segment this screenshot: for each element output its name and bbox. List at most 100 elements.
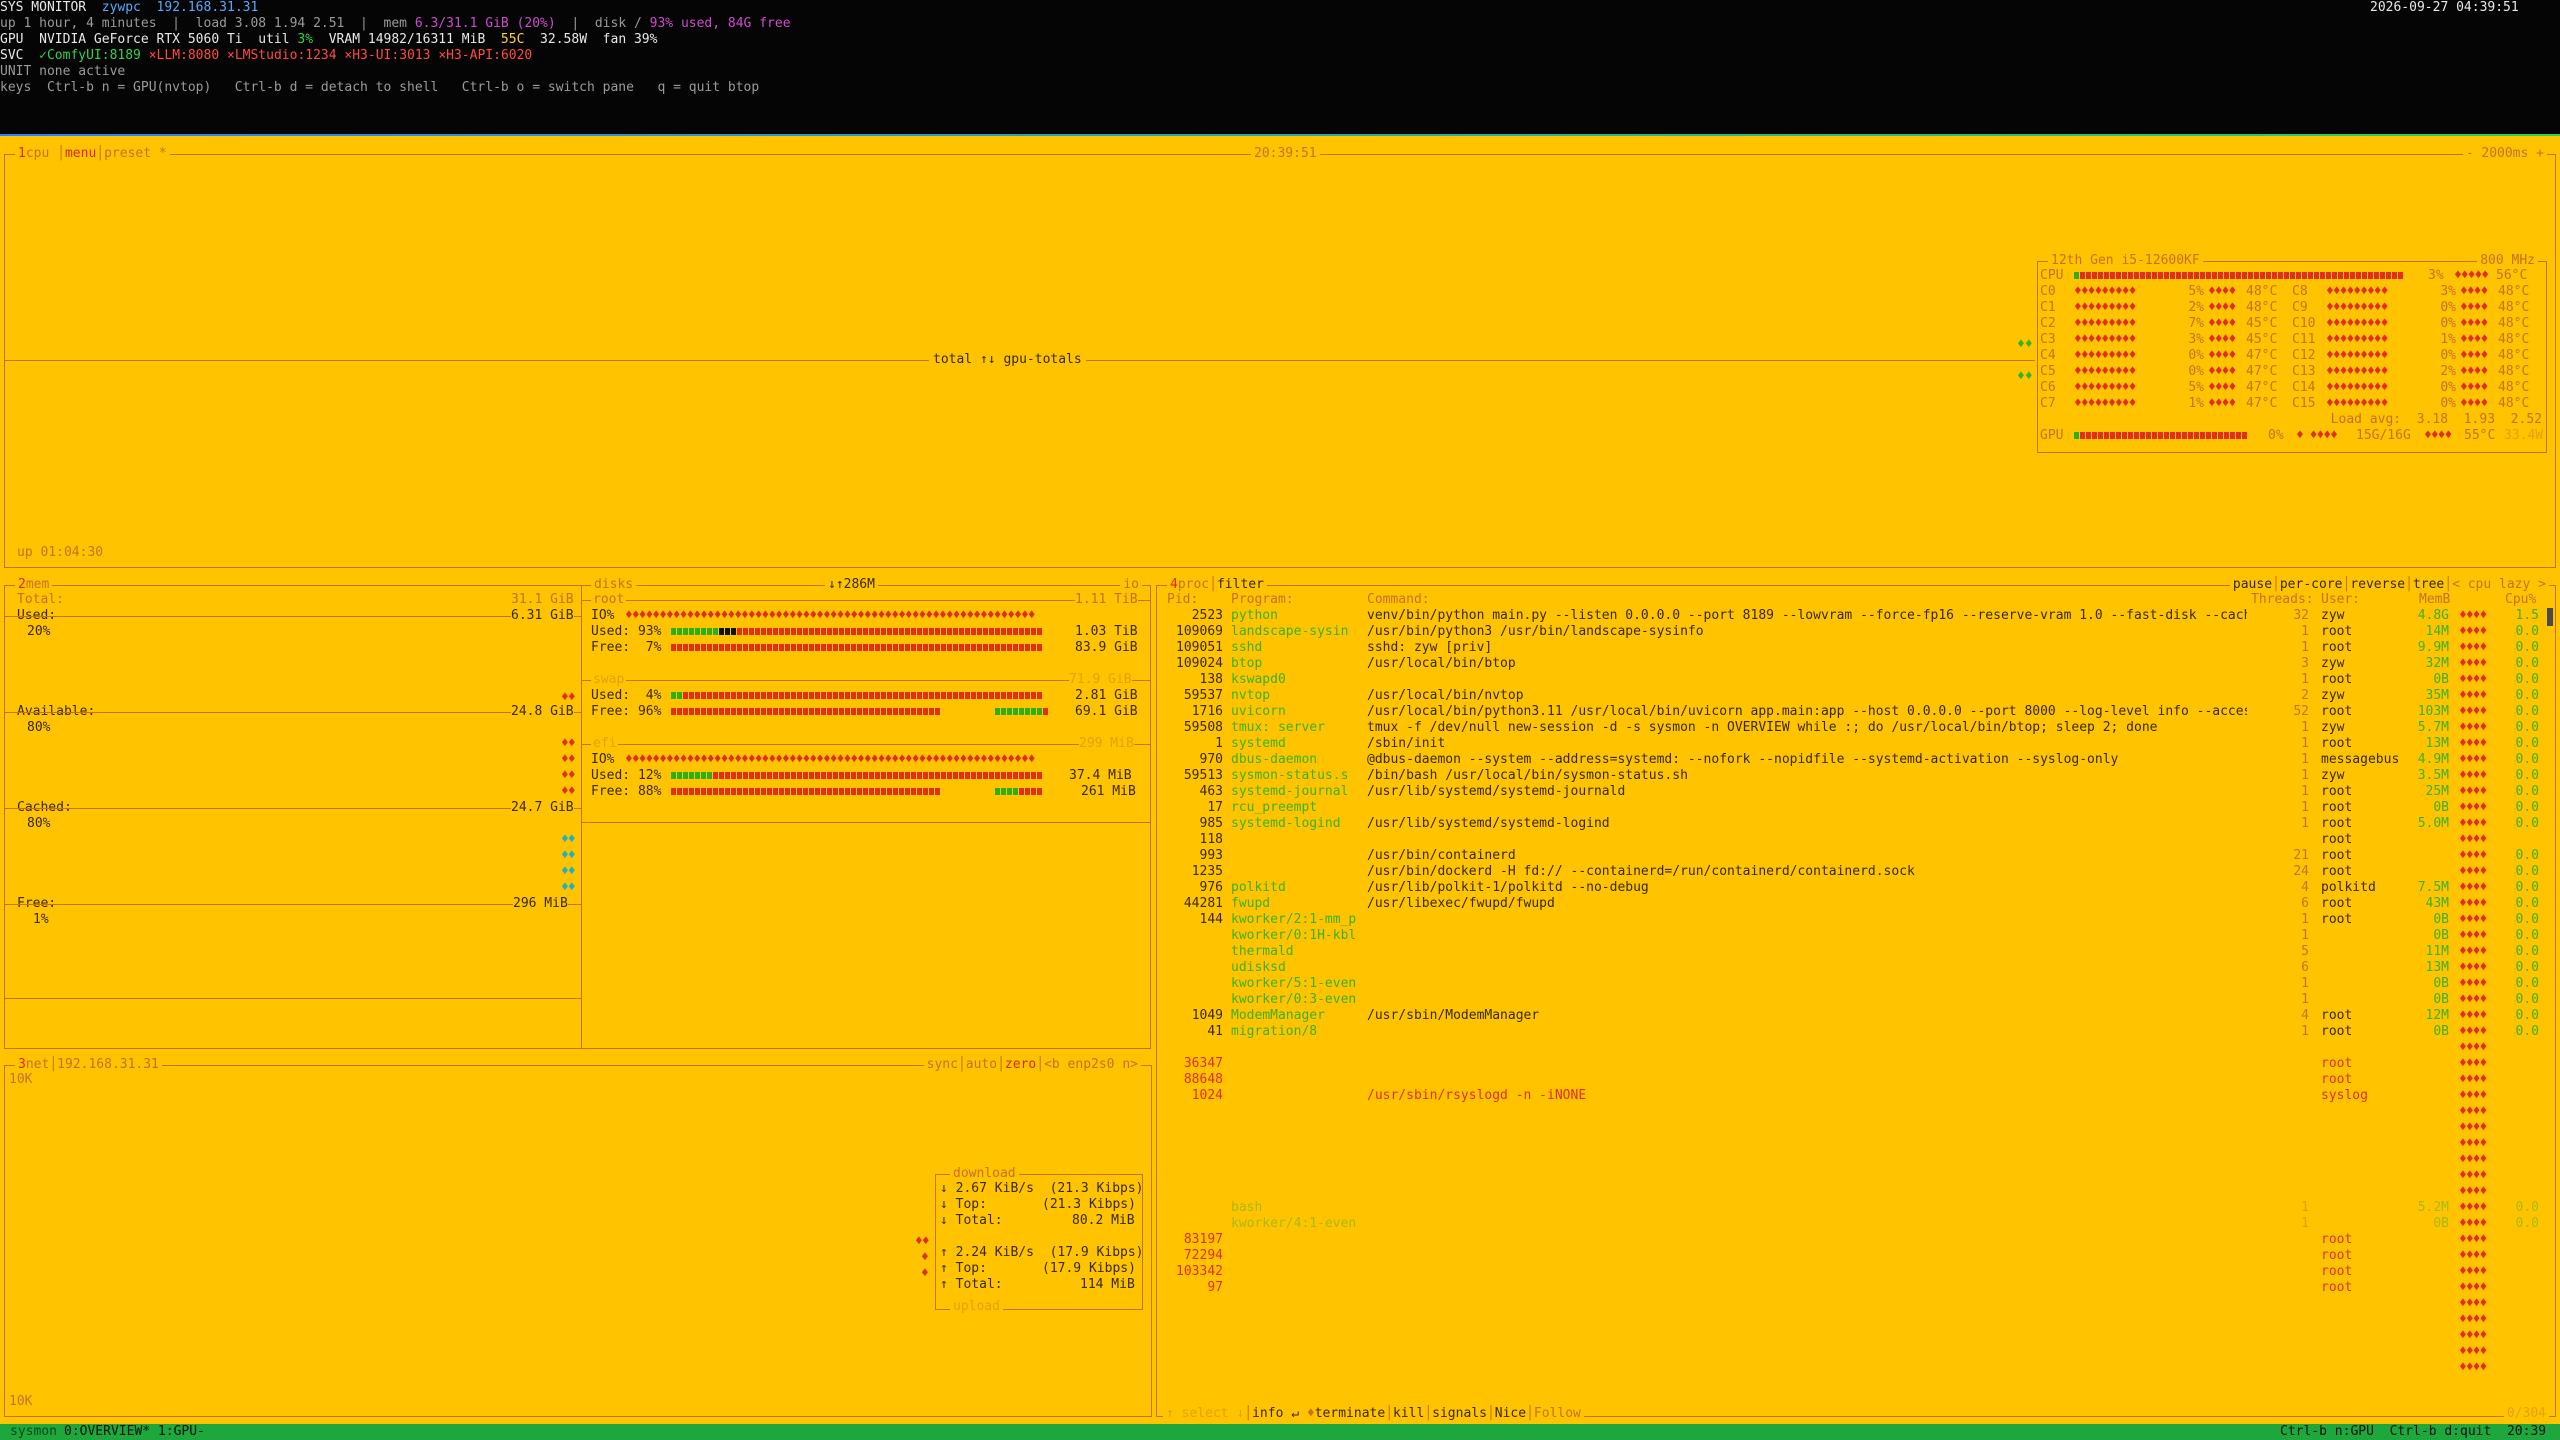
proc-row[interactable]: thermald 5 11M 0.0	[1157, 944, 2555, 960]
proc-col-mem[interactable]: MemB	[2419, 592, 2450, 608]
proc-row[interactable]: 144 kworker/2:1-mm_p 1 root 0B 0.0	[1157, 912, 2555, 928]
proc-row[interactable]: 44281 fwupd/usr/libexec/fwupd/fwupd 6 root 4…	[1157, 896, 2555, 912]
proc-row[interactable]: 17 rcu_preempt 1 root 0B 0.0	[1157, 800, 2555, 816]
proc-row[interactable]: 59513 sysmon-status.s/bin/bash /usr/local…	[1157, 768, 2555, 784]
proc-tree-toggle[interactable]: tree	[2413, 577, 2444, 592]
net-auto-toggle[interactable]: auto	[966, 1057, 997, 1072]
proc-row-faded[interactable]: kworker/4:1-even 1 0B 0.0	[1157, 1216, 2555, 1232]
preset-button[interactable]: preset *	[104, 146, 167, 161]
root-free-value: 83.9 GiB	[1075, 640, 1138, 655]
proc-row[interactable]: 59508 tmux: server tmux -f /dev/null new-s…	[1157, 720, 2555, 736]
net-next-iface[interactable]: n>	[1122, 1057, 1138, 1072]
proc-row[interactable]: 993/usr/bin/containerd 21 root 0.0	[1157, 848, 2555, 864]
proc-row[interactable]: 138 kswapd0 1 root 0B 0.0	[1157, 672, 2555, 688]
net-prev-iface[interactable]: <b	[1044, 1057, 1060, 1072]
proc-row-exited[interactable]: 83197 root	[1157, 1232, 2555, 1248]
proc-row-exited[interactable]: 72294 root	[1157, 1248, 2555, 1264]
proc-per-core-toggle[interactable]: per-core	[2280, 577, 2343, 592]
proc-row[interactable]: 109024 btop/usr/local/bin/btop 3 zyw 32M 0.0	[1157, 656, 2555, 672]
proc-user: zyw	[2321, 688, 2345, 703]
uptime-line: up 1 hour, 4 minutes | load 3.08 1.94 2.…	[0, 16, 791, 31]
proc-pid: 72294	[1183, 1248, 1223, 1263]
gpu-util: 3%	[297, 32, 314, 47]
proc-signals-button[interactable]: signals	[1432, 1406, 1487, 1421]
proc-threads: 1	[2301, 1200, 2309, 1215]
proc-threads: 1	[2301, 928, 2309, 943]
proc-col-user[interactable]: User:	[2321, 592, 2360, 608]
proc-reverse-toggle[interactable]: reverse	[2350, 577, 2405, 592]
net-panel-title[interactable]: 3net│192.168.31.31	[15, 1057, 162, 1073]
proc-row-exited[interactable]: 36347 root	[1157, 1056, 2555, 1072]
proc-row[interactable]: 109051 sshd sshd: zyw [priv] 1 root 9.9M 0.0	[1157, 640, 2555, 656]
core-pct: 5%	[2188, 284, 2204, 299]
svc-h3api: ×H3-API:6020	[438, 48, 533, 63]
proc-info-button[interactable]: info ↵	[1252, 1406, 1299, 1421]
proc-row[interactable]: 1716 uvicorn/usr/local/bin/python3.11 /us…	[1157, 704, 2555, 720]
proc-filter-button[interactable]: filter	[1217, 577, 1264, 592]
proc-sort-selector[interactable]: < cpu lazy >	[2452, 577, 2546, 592]
proc-row-exited[interactable]: 1024/usr/sbin/rsyslogd -n -iNONE syslog	[1157, 1088, 2555, 1104]
proc-nice-button[interactable]: Nice	[1495, 1406, 1526, 1421]
proc-follow-button[interactable]: Follow	[1534, 1406, 1581, 1421]
proc-row[interactable]: 463 systemd-journal/usr/lib/systemd/syste…	[1157, 784, 2555, 800]
proc-col-command[interactable]: Command:	[1367, 592, 1430, 608]
core-usage-graph: ♦♦♦♦♦♦♦♦♦	[2074, 348, 2136, 363]
svc-lmstudio: ×LMStudio:1234	[227, 48, 345, 63]
cpu-core-row: C8 ♦♦♦♦♦♦♦♦♦ 3% ♦♦♦♦ 48°C	[2292, 284, 2544, 300]
proc-row-faded[interactable]: bash 1 5.2M 0.0	[1157, 1200, 2555, 1216]
proc-toolbar: pause│per-core│reverse│tree│< cpu lazy >	[2229, 577, 2549, 593]
proc-row[interactable]: kworker/0:1H-kbl 1 0B 0.0	[1157, 928, 2555, 944]
core-temp: 47°C	[2246, 348, 2278, 363]
disk-io-toggle[interactable]: io	[1120, 577, 1142, 593]
proc-panel-title[interactable]: 4proc│filter	[1167, 577, 1267, 593]
proc-row[interactable]: 59537 nvtop/usr/local/bin/nvtop 2 zyw 35M 0.0	[1157, 688, 2555, 704]
core-name: C7	[2040, 396, 2056, 411]
mem-cache-marks-2: ♦♦	[561, 848, 576, 863]
efi-free-bar-b	[995, 788, 1019, 795]
proc-row[interactable]: 2523 python venv/bin/python main.py --list…	[1157, 608, 2555, 624]
proc-row[interactable]: kworker/5:1-even 1 0B 0.0	[1157, 976, 2555, 992]
net-zero-button[interactable]: zero	[1005, 1057, 1036, 1072]
cpu-panel-title[interactable]: 1cpu │menu│preset *	[15, 146, 170, 162]
proc-row[interactable]: 41 migration/8 1 root 0B 0.0	[1157, 1024, 2555, 1040]
proc-row[interactable]: 985 systemd-logind/usr/lib/systemd/system…	[1157, 816, 2555, 832]
net-sync-toggle[interactable]: sync	[927, 1057, 958, 1072]
proc-select[interactable]: ↑ select ↓	[1166, 1406, 1244, 1421]
tmux-windows[interactable]: 0:OVERVIEW* 1:GPU-	[64, 1424, 205, 1440]
root-name: root	[591, 592, 627, 608]
disks-panel-title[interactable]: disks	[591, 577, 637, 593]
proc-row[interactable]: 118 root	[1157, 832, 2555, 848]
proc-kill-button[interactable]: kill	[1393, 1406, 1424, 1421]
proc-row[interactable]: 976 polkitd/usr/lib/polkit-1/polkitd --no…	[1157, 880, 2555, 896]
proc-row-exited[interactable]: 103342 root	[1157, 1264, 2555, 1280]
proc-pid: 1049	[1191, 1008, 1223, 1023]
proc-row[interactable]: 1 systemd/sbin/init 1 root 13M 0.0	[1157, 736, 2555, 752]
update-interval[interactable]: - 2000ms +	[2462, 146, 2547, 162]
core-usage-graph: ♦♦♦♦♦♦♦♦♦	[2326, 300, 2388, 315]
proc-row[interactable]: udisksd 6 13M 0.0	[1157, 960, 2555, 976]
efi-free-value: 261 MiB	[1081, 784, 1136, 799]
mem-free-pct: 1%	[33, 912, 49, 927]
proc-col-threads[interactable]: Threads:	[2251, 592, 2314, 608]
proc-program: fwupd	[1231, 896, 1271, 911]
proc-terminate-button[interactable]: terminate	[1315, 1406, 1385, 1421]
core-temp: 47°C	[2246, 380, 2278, 395]
proc-user: polkitd	[2321, 880, 2376, 895]
proc-row[interactable]: 109069 landscape-sysin/usr/bin/python3 /u…	[1157, 624, 2555, 640]
proc-row[interactable]: 1235/usr/bin/dockerd -H fd:// --containe…	[1157, 864, 2555, 880]
proc-row-exited[interactable]: 88648 root	[1157, 1072, 2555, 1088]
menu-button[interactable]: menu	[65, 146, 96, 161]
proc-pause-button[interactable]: pause	[2233, 577, 2272, 592]
proc-row[interactable]: 970 dbus-daemon @dbus-daemon --system --ad…	[1157, 752, 2555, 768]
swap-free-value: 69.1 GiB	[1075, 704, 1138, 719]
mem-panel-title[interactable]: 2mem	[15, 577, 53, 593]
proc-row-exited[interactable]: 97 root	[1157, 1280, 2555, 1296]
proc-col-pid[interactable]: Pid:	[1167, 592, 1198, 608]
proc-program: sysmon-status.s	[1231, 768, 1349, 783]
proc-col-cpu[interactable]: Cpu%	[2505, 592, 2536, 608]
proc-command: /usr/local/bin/nvtop	[1367, 688, 1524, 703]
proc-col-program[interactable]: Program:	[1231, 592, 1294, 608]
swap-used-bar-a	[671, 692, 683, 699]
proc-row[interactable]: kworker/0:3-even 1 0B 0.0	[1157, 992, 2555, 1008]
proc-row[interactable]: 1049 ModemManager/usr/sbin/ModemManager 4 r…	[1157, 1008, 2555, 1024]
